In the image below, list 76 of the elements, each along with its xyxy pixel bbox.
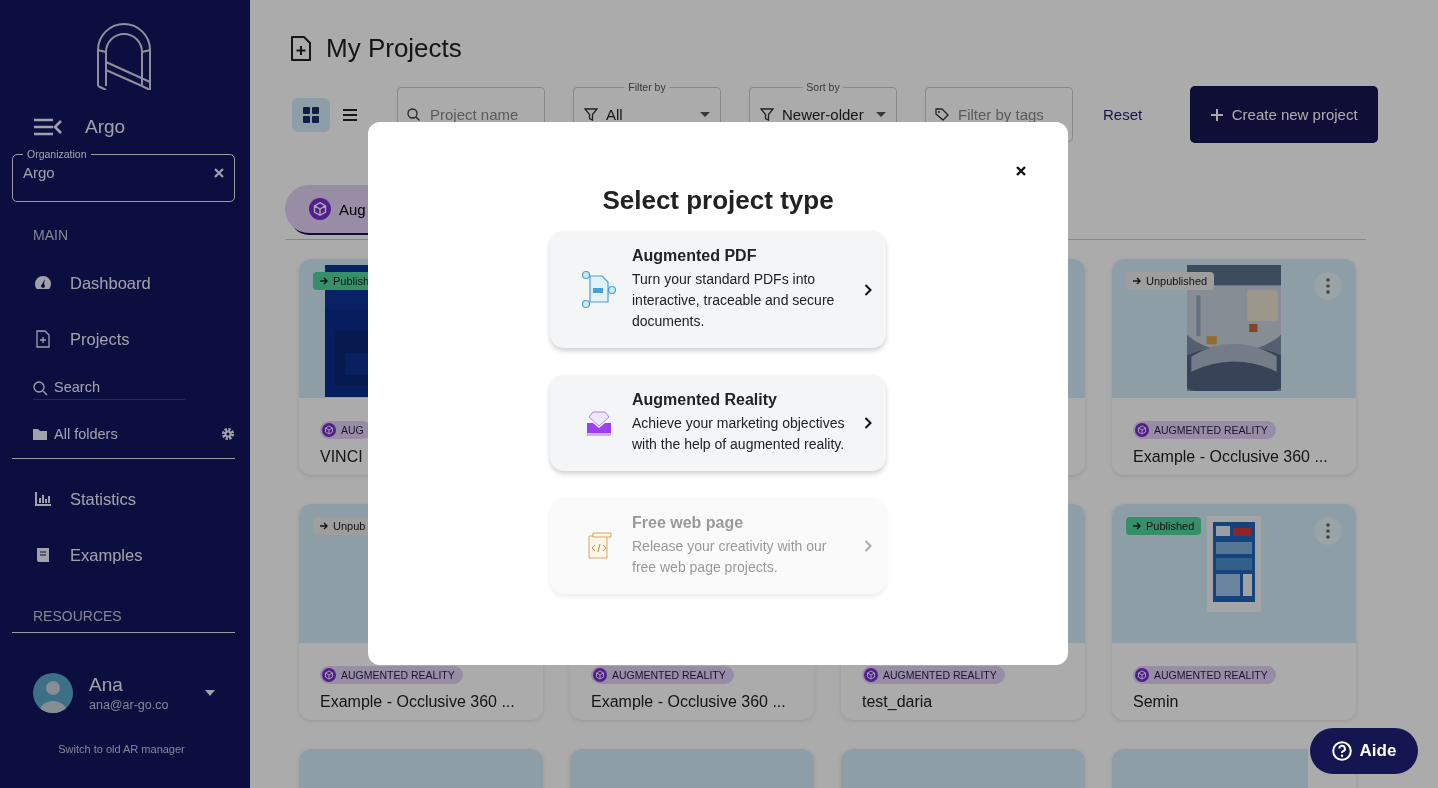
brand-name: Argo bbox=[85, 116, 126, 138]
cube-icon bbox=[1135, 668, 1149, 682]
chevron-right-icon bbox=[864, 283, 872, 296]
file-plus-icon bbox=[290, 35, 312, 62]
folder-selector[interactable]: All folders bbox=[33, 426, 118, 442]
modal-title: Select project type bbox=[602, 185, 834, 216]
avatar-icon[interactable] bbox=[33, 673, 73, 713]
create-project-button[interactable]: Create new project bbox=[1190, 86, 1379, 143]
sidebar-item[interactable]: Projects bbox=[34, 311, 235, 367]
dropdown-arrow-icon bbox=[700, 112, 710, 117]
thumbnail-area[interactable]: Published bbox=[1112, 504, 1356, 643]
bar-chart-icon bbox=[34, 492, 52, 506]
arrow-right-icon bbox=[1133, 522, 1142, 530]
cube-icon bbox=[1135, 423, 1149, 437]
search-icon bbox=[407, 108, 420, 121]
cube-icon bbox=[309, 198, 331, 220]
user-name: Ana bbox=[89, 674, 124, 696]
code-file-icon bbox=[586, 532, 612, 560]
dropdown-arrow-icon bbox=[876, 112, 886, 117]
status-badge: Unpublished bbox=[1126, 272, 1215, 290]
organization-field[interactable]: Organization Argo bbox=[12, 148, 235, 202]
cube-icon bbox=[864, 668, 878, 682]
settings-icon[interactable] bbox=[221, 427, 235, 441]
chevron-right-icon bbox=[864, 417, 872, 429]
grid-icon bbox=[303, 106, 319, 123]
type-tag: AUGMENTED REALITY bbox=[862, 666, 1005, 684]
type-tag: AUGMENTED REALITY bbox=[320, 666, 463, 684]
list-icon bbox=[343, 108, 357, 121]
type-tag: AUGMENTED REALITY bbox=[1133, 421, 1276, 439]
search-field[interactable]: Search bbox=[33, 379, 206, 395]
arrow-right-icon bbox=[1133, 277, 1142, 285]
cube-icon bbox=[322, 668, 336, 682]
page-title: My Projects bbox=[326, 33, 462, 64]
filter-icon bbox=[760, 108, 774, 121]
chevron-right-icon bbox=[864, 540, 872, 552]
document-network-icon bbox=[581, 270, 617, 309]
project-title[interactable]: Example - Occlusive 360 ... bbox=[1133, 448, 1328, 466]
sidebar-item[interactable]: Statistics bbox=[34, 471, 235, 527]
project-title[interactable]: test_daria bbox=[862, 693, 933, 711]
plus-icon bbox=[1210, 108, 1223, 121]
sidebar-item[interactable]: Dashboard bbox=[34, 255, 235, 311]
project-type-option[interactable]: Augmented PDF Turn your standard PDFs into interactive, traceable and secure documents. bbox=[550, 231, 886, 348]
project-title[interactable]: VINCI bbox=[320, 448, 363, 466]
close-icon bbox=[1016, 166, 1026, 176]
menu-collapse-icon[interactable] bbox=[33, 118, 63, 136]
type-tag: AUGMENTED REALITY bbox=[591, 666, 734, 684]
project-title[interactable]: Semin bbox=[1133, 693, 1179, 711]
project-title[interactable]: Example - Occlusive 360 ... bbox=[320, 693, 515, 711]
folder-icon bbox=[33, 428, 47, 440]
reset-link[interactable]: Reset bbox=[1103, 106, 1143, 123]
diamond-icon bbox=[586, 409, 612, 437]
tag-icon bbox=[935, 108, 950, 121]
help-icon bbox=[1331, 741, 1352, 761]
search-icon bbox=[33, 381, 48, 396]
cube-icon bbox=[322, 423, 336, 437]
book-icon bbox=[34, 547, 52, 563]
filter-icon bbox=[584, 108, 598, 121]
user-email: ana@ar-go.co bbox=[89, 698, 170, 712]
arrow-right-icon bbox=[320, 522, 329, 530]
thumbnail-area[interactable]: Unpublished bbox=[1112, 259, 1356, 398]
project-type-option[interactable]: Augmented Reality Achieve your marketing objectives with the help of augmented reality. bbox=[550, 375, 886, 471]
close-icon[interactable] bbox=[214, 167, 224, 178]
project-title[interactable]: Example - Occlusive 360 ... bbox=[591, 693, 786, 711]
dashboard-icon bbox=[34, 275, 52, 291]
section-heading: MAIN bbox=[33, 227, 69, 243]
grid-view-toggle[interactable] bbox=[292, 97, 330, 132]
help-button[interactable]: Aide bbox=[1310, 728, 1418, 774]
sidebar-item[interactable]: Examples bbox=[34, 527, 235, 583]
section-heading: RESOURCES bbox=[33, 608, 123, 624]
status-badge: Published bbox=[1126, 517, 1202, 535]
file-plus-icon bbox=[34, 330, 52, 348]
type-tag: AUGMENTED REALITY bbox=[1133, 666, 1276, 684]
cube-icon bbox=[593, 668, 607, 682]
switch-link[interactable]: Switch to old AR manager bbox=[58, 743, 185, 755]
arrow-right-icon bbox=[320, 277, 329, 285]
caret-icon[interactable] bbox=[205, 690, 215, 696]
